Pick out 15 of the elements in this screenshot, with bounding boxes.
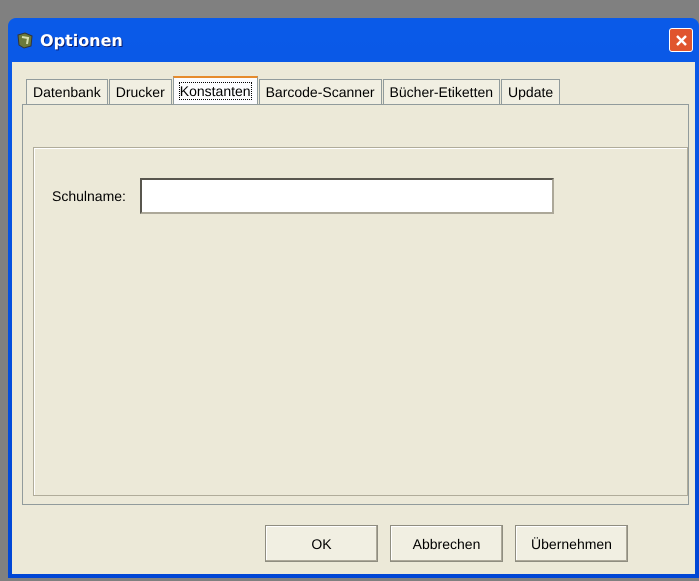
dialog-button[interactable]: OK	[265, 525, 378, 562]
close-icon	[674, 34, 688, 46]
tab[interactable]: Drucker	[108, 79, 172, 104]
app-icon	[16, 31, 34, 49]
field-label: Schulname:	[52, 188, 126, 204]
tab[interactable]: Barcode-Scanner	[258, 79, 382, 104]
window-title: Optionen	[40, 30, 124, 50]
tab[interactable]: Bücher-Etiketten	[382, 79, 500, 104]
close-button[interactable]	[669, 28, 693, 52]
input-field[interactable]	[140, 178, 554, 214]
tab[interactable]: Datenbank	[26, 79, 108, 104]
dialog-button[interactable]: Abbrechen	[390, 525, 503, 562]
tab[interactable]: Konstanten	[172, 76, 258, 104]
dialog-button[interactable]: Übernehmen	[515, 525, 628, 562]
tab[interactable]: Update	[501, 79, 560, 104]
